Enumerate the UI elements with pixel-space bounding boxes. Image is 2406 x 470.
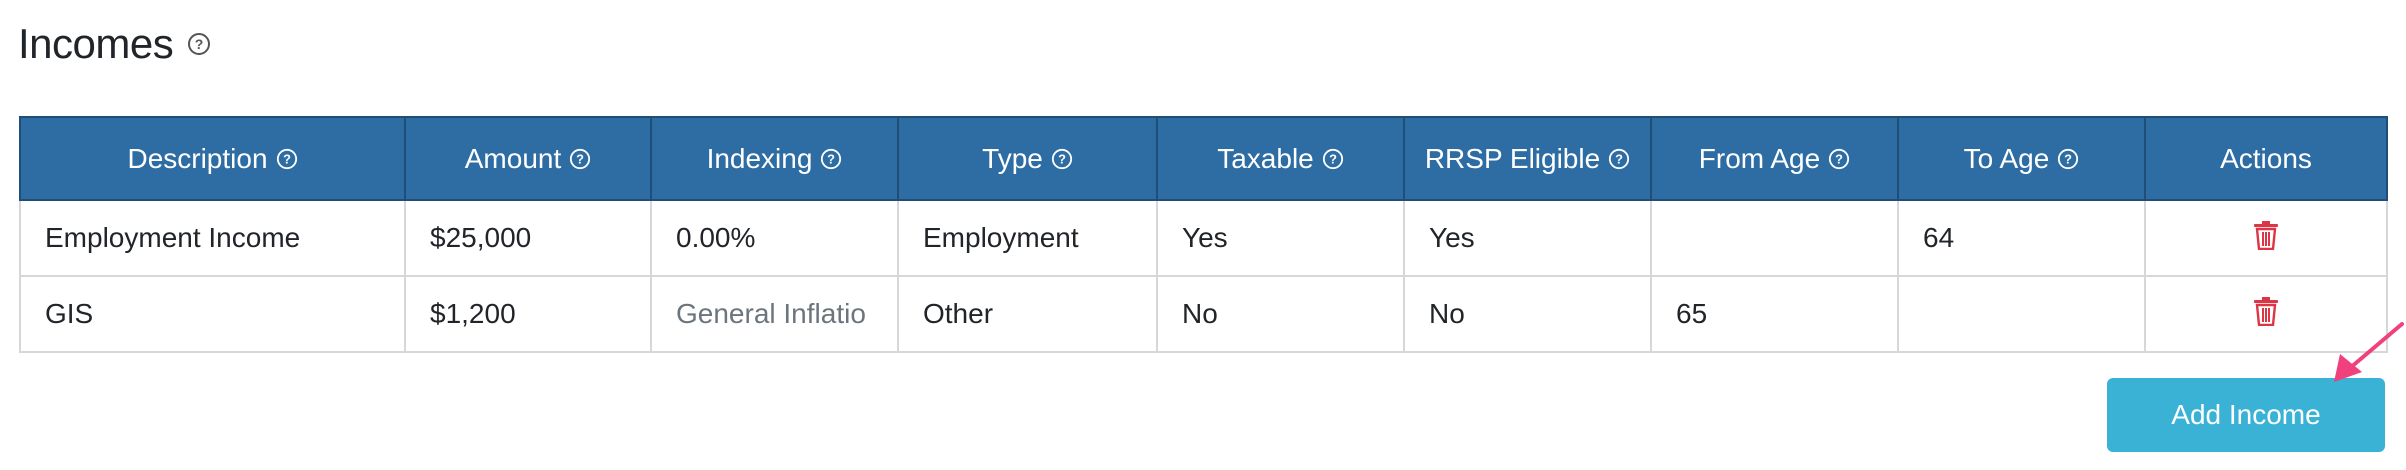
incomes-page: Incomes ? Description? Amount? Indexing? Ty… <box>0 0 2406 470</box>
column-header-label: From Age <box>1698 142 1821 174</box>
cell-from-age: 65 <box>1650 275 1899 353</box>
column-header-inner: From Age? <box>1699 143 1850 175</box>
question-circle-icon[interactable]: ? <box>569 148 591 170</box>
page-title: Incomes <box>18 20 174 67</box>
column-header-label: Type <box>982 142 1043 174</box>
cell-type: Employment <box>897 199 1158 277</box>
column-header-label: To Age <box>1963 142 2050 174</box>
cell-indexing: 0.00% <box>650 199 899 277</box>
cell-taxable: No <box>1156 275 1405 353</box>
column-header-inner: Description? <box>127 143 297 175</box>
column-header-description: Description? <box>19 116 406 201</box>
svg-text:?: ? <box>195 36 204 52</box>
cell-indexing[interactable]: General Inflatio <box>650 275 899 353</box>
svg-text:?: ? <box>283 151 291 166</box>
trash-icon[interactable] <box>2253 220 2279 250</box>
column-header-inner: Actions <box>2220 143 2312 175</box>
annotation-arrow-icon <box>2334 322 2404 382</box>
column-header-rrsp-eligible: RRSP Eligible? <box>1403 116 1652 201</box>
column-header-to-age: To Age? <box>1897 116 2146 201</box>
column-header-label: Indexing <box>706 142 813 174</box>
question-circle-icon[interactable]: ? <box>1828 148 1850 170</box>
svg-text:?: ? <box>828 151 836 166</box>
trash-icon[interactable] <box>2253 296 2279 326</box>
cell-amount: $25,000 <box>404 199 652 277</box>
column-header-label: Taxable <box>1217 142 1314 174</box>
cell-from-age <box>1650 199 1899 277</box>
cell-amount: $1,200 <box>404 275 652 353</box>
question-circle-icon[interactable]: ? <box>820 148 842 170</box>
cell-actions <box>2144 199 2388 277</box>
column-header-inner: Indexing? <box>707 143 843 175</box>
cell-taxable: Yes <box>1156 199 1405 277</box>
column-header-label: Description <box>127 142 268 174</box>
svg-text:?: ? <box>1329 151 1337 166</box>
cell-rrsp-eligible: Yes <box>1403 199 1652 277</box>
column-header-from-age: From Age? <box>1650 116 1899 201</box>
svg-text:?: ? <box>2064 151 2072 166</box>
table-row: Employment Income $25,000 0.00% Employment Y… <box>19 199 2388 277</box>
table-row: GIS $1,200 General Inflatio Other No No 65 <box>19 275 2388 353</box>
svg-text:?: ? <box>576 151 584 166</box>
column-header-label: Amount <box>464 142 562 174</box>
column-header-type: Type? <box>897 116 1158 201</box>
table-header-row: Description? Amount? Indexing? Type? Taxable… <box>19 116 2388 201</box>
column-header-taxable: Taxable? <box>1156 116 1405 201</box>
cell-to-age <box>1897 275 2146 353</box>
section-heading: Incomes ? <box>18 14 211 74</box>
column-header-inner: Taxable? <box>1217 143 1344 175</box>
incomes-table: Description? Amount? Indexing? Type? Taxable… <box>19 116 2388 353</box>
svg-text:?: ? <box>1835 151 1843 166</box>
column-header-indexing: Indexing? <box>650 116 899 201</box>
cell-description: Employment Income <box>19 199 406 277</box>
question-circle-icon[interactable]: ? <box>1051 148 1073 170</box>
column-header-actions: Actions <box>2144 116 2388 201</box>
question-circle-icon[interactable]: ? <box>2057 148 2079 170</box>
column-header-label: Actions <box>2220 142 2312 174</box>
svg-text:?: ? <box>1615 151 1623 166</box>
table-body: Employment Income $25,000 0.00% Employment Y… <box>19 199 2388 353</box>
question-circle-icon[interactable]: ? <box>1608 148 1630 170</box>
cell-rrsp-eligible: No <box>1403 275 1652 353</box>
cell-description: GIS <box>19 275 406 353</box>
cell-to-age: 64 <box>1897 199 2146 277</box>
cell-type: Other <box>897 275 1158 353</box>
question-circle-icon[interactable]: ? <box>187 32 211 56</box>
column-header-label: RRSP Eligible <box>1424 142 1601 174</box>
column-header-amount: Amount? <box>404 116 652 201</box>
column-header-inner: To Age? <box>1964 143 2080 175</box>
question-circle-icon[interactable]: ? <box>1322 148 1344 170</box>
column-header-inner: Amount? <box>465 143 592 175</box>
svg-text:?: ? <box>1058 151 1066 166</box>
column-header-inner: Type? <box>982 143 1073 175</box>
column-header-inner: RRSP Eligible? <box>1425 143 1630 175</box>
question-circle-icon[interactable]: ? <box>276 148 298 170</box>
